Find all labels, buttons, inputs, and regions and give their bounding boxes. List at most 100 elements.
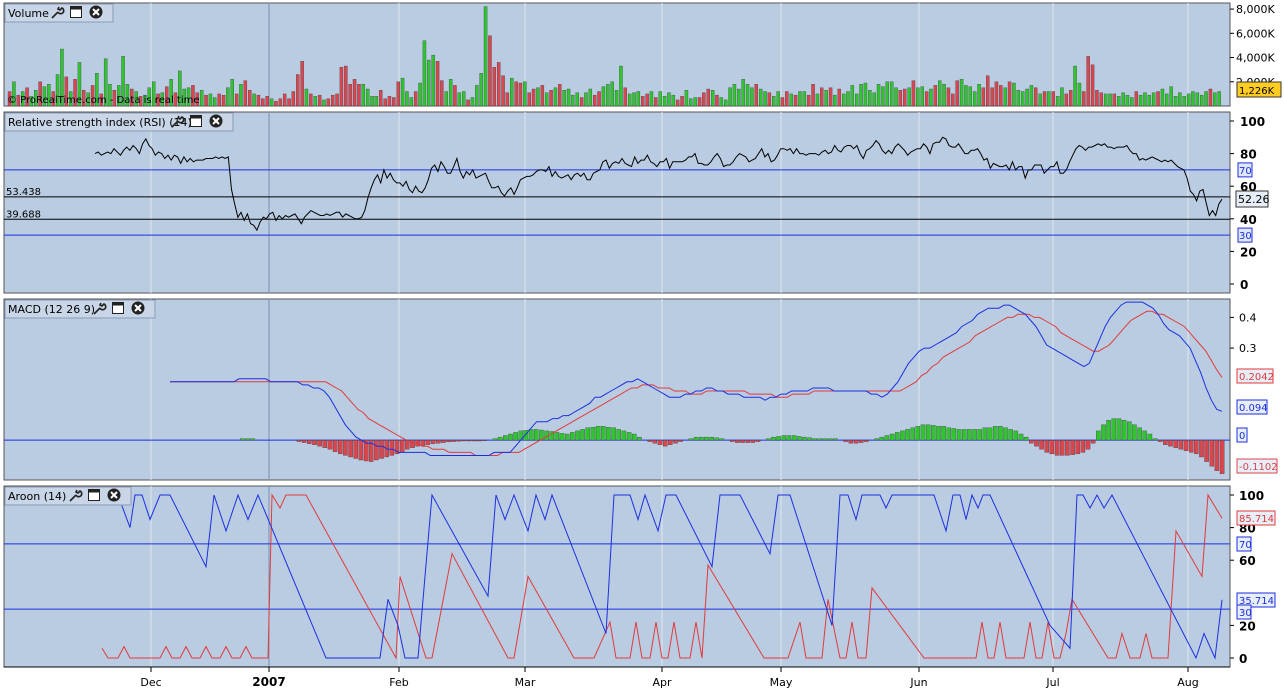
volume-bar: [221, 94, 226, 107]
histogram-bar: [1039, 439, 1044, 450]
volume-bar: [1112, 93, 1117, 107]
volume-bar: [789, 93, 793, 107]
volume-bar: [724, 99, 728, 107]
window-icon[interactable]: [88, 489, 100, 501]
close-icon[interactable]: [107, 488, 121, 502]
close-icon[interactable]: [209, 114, 223, 128]
histogram-bar: [343, 439, 348, 456]
volume-bar: [1047, 91, 1051, 107]
volume-bar: [1186, 93, 1191, 107]
volume-bar: [335, 93, 339, 107]
volume-bar: [365, 88, 370, 107]
volume-bar: [916, 87, 920, 107]
volume-bar: [544, 92, 549, 107]
histogram-bar: [461, 439, 467, 442]
volume-bar: [453, 85, 457, 107]
window-icon[interactable]: [70, 6, 82, 18]
volume-bar: [728, 87, 732, 107]
watermark: © ProRealTime.com - Data is real time: [7, 95, 200, 106]
histogram-bar: [621, 430, 627, 441]
panel-title-bar-1[interactable]: Relative strength index (RSI) (14): [4, 112, 234, 132]
volume-bar: [1182, 96, 1186, 107]
volume-bar: [632, 92, 636, 107]
volume-bar: [479, 73, 483, 107]
y-tick-label: 0.4: [1239, 311, 1257, 324]
window-icon[interactable]: [112, 302, 124, 314]
volume-bar: [1138, 94, 1143, 107]
volume-bar: [278, 98, 282, 107]
volume-bar: [427, 59, 431, 107]
close-icon[interactable]: [131, 301, 145, 315]
histogram-bar: [936, 426, 941, 441]
histogram-bar: [709, 436, 714, 441]
volume-bar: [300, 61, 304, 107]
volume-bar: [466, 99, 470, 107]
window-icon[interactable]: [190, 115, 202, 127]
volume-bar: [392, 97, 396, 107]
rsi-marker-label: 53.438: [6, 187, 41, 198]
chart-canvas: 8,000K6,000K4,000K2,000K© ProRealTime.co…: [3, 2, 1282, 689]
volume-bar: [571, 94, 575, 107]
volume-bar: [636, 91, 641, 107]
panel-title-bar-3[interactable]: Aroon (14): [4, 486, 132, 506]
volume-bar: [418, 82, 422, 107]
volume-bar: [929, 88, 933, 107]
volume-bar: [256, 94, 261, 107]
volume-bar: [641, 96, 645, 107]
volume-bar: [269, 98, 274, 107]
histogram-bar: [1080, 439, 1086, 453]
volume-bar: [737, 88, 741, 107]
volume-bar: [828, 87, 833, 107]
rsi-value-text: 52.26: [1238, 193, 1270, 206]
volume-bar: [837, 88, 841, 107]
histogram-bar: [559, 433, 565, 441]
volume-bar: [1217, 91, 1221, 107]
window-titlebar: [70, 6, 82, 10]
histogram-bar: [807, 437, 812, 441]
histogram-bar: [580, 429, 585, 441]
volume-bar: [457, 92, 462, 107]
volume-bar: [326, 98, 331, 107]
histogram-bar: [1003, 427, 1008, 441]
histogram-bar: [611, 427, 616, 441]
volume-bar: [1130, 97, 1134, 107]
histogram-bar: [750, 439, 756, 443]
histogram-bar: [492, 438, 498, 441]
volume-bar: [593, 94, 597, 107]
histogram-bar: [858, 439, 864, 443]
volume-bar: [265, 96, 269, 107]
volume-bar: [208, 93, 213, 107]
volume-bar: [217, 93, 221, 107]
volume-bar: [379, 90, 383, 107]
x-tick-label: May: [770, 676, 793, 689]
histogram-bar: [1023, 436, 1029, 441]
volume-bar: [553, 87, 558, 107]
volume-bar: [1051, 91, 1055, 107]
panel-title-bar-0[interactable]: Volume: [4, 3, 114, 23]
volume-bar: [994, 81, 999, 107]
panel-title-bar-2[interactable]: MACD (12 26 9): [4, 299, 156, 319]
histogram-bar: [528, 429, 534, 441]
volume-bar: [1160, 88, 1165, 107]
window-titlebar: [88, 489, 100, 493]
volume-bar: [689, 98, 693, 107]
volume-bar: [951, 93, 955, 107]
histogram-bar: [874, 438, 879, 441]
y-tick-label: 0.3: [1239, 342, 1257, 355]
histogram-bar: [358, 439, 364, 461]
volume-bar: [261, 98, 265, 107]
histogram-bar: [1029, 439, 1034, 444]
histogram-bar: [972, 429, 977, 441]
histogram-bar: [998, 426, 1003, 441]
histogram-bar: [332, 439, 338, 452]
histogram-bar: [833, 438, 838, 441]
level-tag-text: 30: [1239, 231, 1252, 242]
volume-bar: [850, 85, 855, 107]
volume-bar: [645, 93, 649, 107]
volume-bar: [758, 88, 763, 107]
close-icon[interactable]: [89, 5, 103, 19]
volume-bar: [1195, 92, 1200, 107]
volume-bar: [793, 94, 798, 107]
histogram-bar: [482, 439, 487, 441]
volume-bar: [422, 40, 427, 107]
